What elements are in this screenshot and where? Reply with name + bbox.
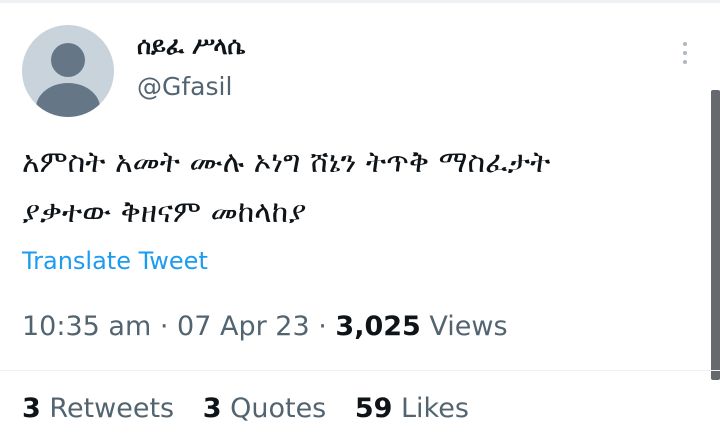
author-display-name[interactable]: ሰይፈ ሥላሴ (137, 31, 245, 61)
likes-label: Likes (401, 393, 469, 424)
tweet-metadata: 10:35 am · 07 Apr 23 · 3,025 Views (22, 309, 508, 345)
author-handle[interactable]: @Gfasil (137, 71, 232, 103)
stats-divider (0, 370, 720, 371)
separator: · (318, 311, 327, 342)
views-label: Views (429, 311, 508, 342)
quotes-count: 3 (202, 393, 222, 424)
quotes-label: Quotes (230, 393, 327, 424)
likes-stat[interactable]: 59 Likes (355, 393, 469, 424)
tweet-time[interactable]: 10:35 am (22, 311, 151, 342)
avatar[interactable] (22, 25, 114, 117)
engagement-stats: 3 Retweets 3 Quotes 59 Likes (22, 391, 489, 427)
default-avatar-icon (51, 43, 85, 77)
tweet-date[interactable]: 07 Apr 23 (177, 311, 310, 342)
tweet-text: አምስት አመት ሙሉ ኦነግ ሸኔን ትጥቅ ማስፈታት ያቃተው ቅዘናም … (22, 145, 551, 230)
views-count: 3,025 (335, 311, 421, 342)
likes-count: 59 (354, 393, 393, 424)
quotes-stat[interactable]: 3 Quotes (203, 393, 327, 424)
separator: · (159, 311, 169, 342)
top-divider (0, 0, 720, 3)
retweets-stat[interactable]: 3 Retweets (22, 393, 174, 424)
translate-tweet-link[interactable]: Translate Tweet (22, 245, 208, 277)
scrollbar[interactable] (711, 90, 720, 380)
retweets-count: 3 (22, 393, 41, 424)
retweets-label: Retweets (49, 393, 175, 424)
more-options-icon[interactable] (670, 38, 700, 68)
